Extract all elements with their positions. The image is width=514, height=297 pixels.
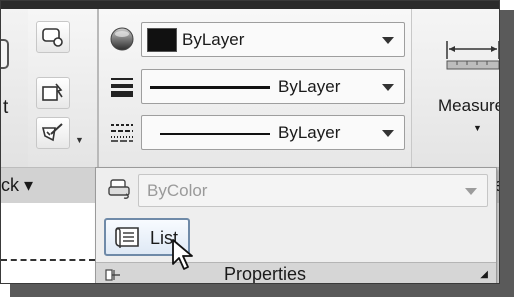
chevron-down-icon [382,84,394,91]
chevron-down-icon[interactable]: ▼ [473,123,482,133]
lineweight-value: ByLayer [278,77,341,96]
drawing-area[interactable] [1,203,95,283]
block-panel-fragment: t [1,9,28,167]
create-block-icon [42,28,63,47]
plot-style-icon [108,179,130,199]
color-value: ByLayer [182,30,245,49]
pin-icon[interactable] [104,267,122,283]
plot-style-dropdown[interactable]: ByColor [138,174,488,207]
block-icon-fragment[interactable] [1,39,9,69]
properties-expanded-panel: ByColor List Properties ◢ [95,167,497,284]
screenshot-shadow [10,284,514,297]
color-dropdown[interactable]: ByLayer [141,22,405,57]
lineweight-dropdown[interactable]: ByLayer [141,69,405,104]
plot-style-value: ByColor [147,181,208,200]
edit-block-button[interactable] [36,77,70,109]
create-block-button[interactable] [36,21,70,53]
panel-divider [411,9,412,167]
lineweight-icon [107,74,137,100]
block-label-fragment: t [3,97,9,118]
attribute-edit-icon [41,123,63,142]
dialog-launcher-icon[interactable]: ◢ [480,269,488,280]
color-wheel-icon [107,26,137,52]
block-tools-column: ▼ [28,9,98,167]
chevron-down-icon [382,130,394,137]
properties-title-label: Properties [224,264,307,284]
linetype-preview [160,133,270,135]
linetype-icon [107,119,137,145]
properties-panel: ByLayer ByLayer ByLayer [99,9,411,167]
screenshot-shadow [500,10,514,297]
edit-block-icon [42,83,63,101]
linetype-value: ByLayer [278,123,341,142]
measure-button[interactable]: Measure [438,96,499,116]
drawing-dashed-line [1,259,95,261]
color-swatch [147,28,177,52]
block-panel-title[interactable]: ck ▾ [1,175,33,196]
chevron-down-icon [465,188,477,195]
list-scroll-icon [115,227,139,248]
lineweight-preview [150,86,270,89]
measure-icon [446,41,499,70]
linetype-dropdown[interactable]: ByLayer [141,115,405,150]
ribbon-screenshot: t ▼ ByLayer ByLayer ByLayer Measure ▼ ck… [0,0,500,284]
mouse-cursor-icon [172,239,193,270]
chevron-down-icon [382,37,394,44]
ribbon-top-border [1,1,499,9]
chevron-down-icon[interactable]: ▼ [75,135,84,145]
properties-panel-title: Properties ◢ [96,262,496,284]
block-attributes-button[interactable] [36,117,70,149]
utilities-panel [411,9,499,167]
